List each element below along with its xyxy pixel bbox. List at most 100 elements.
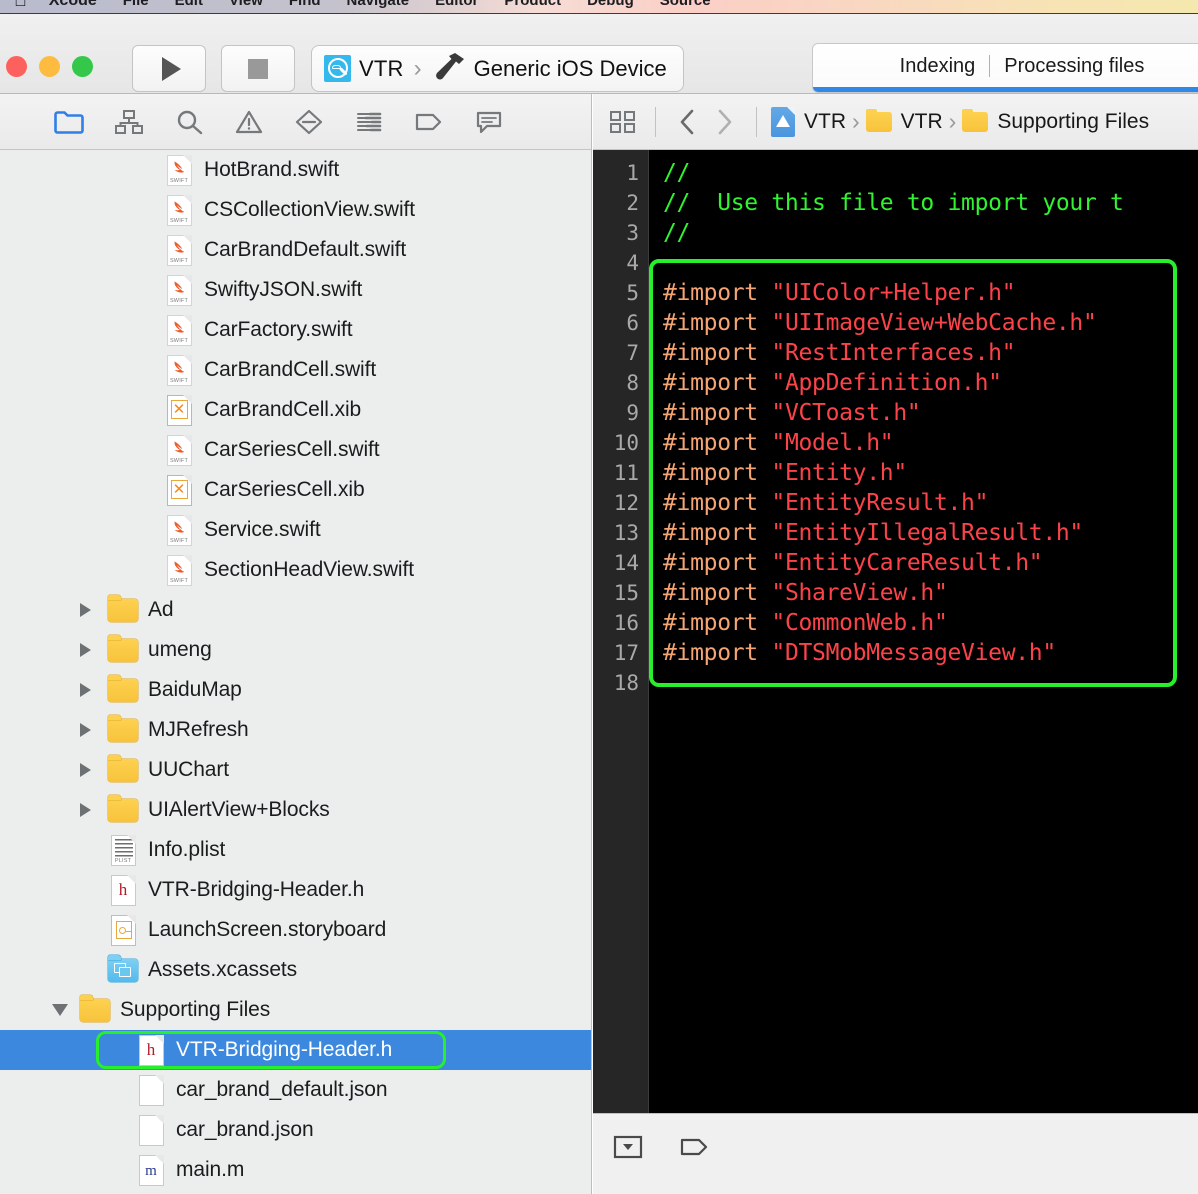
disclosure-triangle-collapsed[interactable] — [80, 683, 108, 697]
code-content[interactable]: // // Use this file to import your t // #i… — [649, 150, 1198, 1113]
project-file-tree[interactable]: SWIFT HotBrand.swift SWIFT CSCollectionView… — [0, 150, 591, 1193]
menu-item-edit[interactable]: Edit — [175, 0, 203, 9]
app-icon — [324, 55, 351, 82]
disclosure-triangle-collapsed[interactable] — [80, 643, 108, 657]
line-number: 14 — [613, 551, 639, 575]
activity-primary-label: Indexing — [899, 54, 976, 77]
menu-item-debug[interactable]: Debug — [587, 0, 634, 9]
apple-menu-icon[interactable]:  — [14, 0, 27, 9]
code-line: #import "EntityResult.h" — [663, 488, 1198, 518]
file-tree-row[interactable]: SWIFT CarFactory.swift — [0, 310, 591, 350]
menu-item-navigate[interactable]: Navigate — [347, 0, 410, 9]
sidebar-tab-issue-navigator[interactable] — [232, 105, 266, 139]
sidebar-tab-debug-navigator[interactable] — [352, 105, 386, 139]
scheme-separator: › — [413, 54, 422, 82]
xib-file-icon: ✕ — [166, 394, 192, 426]
file-tree-row[interactable]: SWIFT SectionHeadView.swift — [0, 550, 591, 590]
file-tree-row-label: Supporting Files — [120, 998, 271, 1021]
menu-item-find[interactable]: Find — [289, 0, 321, 9]
toolbar: VTR › Generic iOS Device Indexing Proces… — [0, 14, 1198, 94]
file-tree-row[interactable]: MJRefresh — [0, 710, 591, 750]
sidebar-tab-symbol-navigator[interactable] — [172, 105, 206, 139]
source-editor[interactable]: 1 2 3 4 5 6 7 8 9 10 11 12 13 14 15 16 17 18 //// Use thi… — [593, 150, 1198, 1113]
file-tree-row[interactable]: umeng — [0, 630, 591, 670]
related-items-icon[interactable] — [605, 109, 641, 135]
code-token-pre: #import — [663, 550, 772, 576]
tag-icon[interactable] — [677, 1132, 713, 1162]
menu-item-xcode[interactable]: Xcode — [49, 0, 97, 10]
sidebar-tab-test-navigator[interactable] — [292, 105, 326, 139]
file-tree-row[interactable]: h VTR-Bridging-Header.h — [0, 870, 591, 910]
disclosure-triangle-collapsed[interactable] — [80, 763, 108, 777]
file-icon-slot: ✕ — [164, 473, 194, 507]
file-tree-row[interactable]: Ad — [0, 590, 591, 630]
file-tree-row[interactable]: PLIST Info.plist — [0, 830, 591, 870]
breadcrumb-item-project[interactable]: VTR — [771, 106, 846, 137]
file-tree-row[interactable]: car_brand_default.json — [0, 1070, 591, 1110]
file-tree-row[interactable]: SWIFT Service.swift — [0, 510, 591, 550]
file-icon-slot — [108, 673, 138, 707]
forward-button[interactable] — [706, 108, 742, 136]
activity-view: Indexing Processing files — [812, 43, 1198, 93]
disclosure-triangle-collapsed[interactable] — [80, 603, 108, 617]
breadcrumb-item-group-supporting-files[interactable]: Supporting Files — [962, 108, 1150, 134]
back-button[interactable] — [670, 108, 706, 136]
file-tree-row-label: Service.swift — [204, 518, 321, 541]
code-line: #import "RestInterfaces.h" — [663, 338, 1198, 368]
file-tree-row[interactable]: m main.m — [0, 1150, 591, 1190]
file-tree-row[interactable]: SWIFT CarSeriesCell.swift — [0, 430, 591, 470]
file-tree-row-selected[interactable]: h VTR-Bridging-Header.h — [0, 1030, 591, 1070]
file-tree-row-label: main.m — [176, 1158, 245, 1181]
file-tree-row[interactable]: SWIFT CarBrandCell.swift — [0, 350, 591, 390]
run-button[interactable] — [132, 45, 206, 92]
menu-item-editor[interactable]: Editor — [435, 0, 478, 9]
line-number: 18 — [613, 671, 639, 695]
file-icon-slot: ✕ — [164, 393, 194, 427]
minimize-button[interactable] — [39, 56, 60, 77]
activity-divider — [989, 55, 991, 77]
file-icon-slot — [108, 593, 138, 627]
file-tree-row[interactable]: ✕ CarSeriesCell.xib — [0, 470, 591, 510]
file-tree-row[interactable]: Assets.xcassets — [0, 950, 591, 990]
file-tree-row-label: umeng — [148, 638, 212, 661]
file-tree-row[interactable]: UIAlertView+Blocks — [0, 790, 591, 830]
code-line: #import "EntityCareResult.h" — [663, 548, 1198, 578]
line-number-gutter: 1 2 3 4 5 6 7 8 9 10 11 12 13 14 15 16 17 18 — [593, 150, 649, 1113]
scheme-selector[interactable]: VTR › Generic iOS Device — [311, 45, 684, 92]
show-hide-debug-area-icon[interactable] — [611, 1132, 647, 1162]
code-line: #import "CommonWeb.h" — [663, 608, 1198, 638]
sidebar-tab-source-control-navigator[interactable] — [112, 105, 146, 139]
sidebar-tab-report-navigator[interactable] — [472, 105, 506, 139]
close-button[interactable] — [6, 56, 27, 77]
file-tree-row[interactable]: UUChart — [0, 750, 591, 790]
menu-item-source-control[interactable]: Source — [660, 0, 711, 9]
file-tree-row[interactable]: SWIFT SwiftyJSON.swift — [0, 270, 591, 310]
file-tree-row[interactable]: LaunchScreen.storyboard — [0, 910, 591, 950]
code-line: #import "Model.h" — [663, 428, 1198, 458]
file-tree-row[interactable]: SWIFT HotBrand.swift — [0, 150, 591, 190]
file-tree-row[interactable]: BaiduMap — [0, 670, 591, 710]
file-tree-row[interactable]: car_brand.json — [0, 1110, 591, 1150]
breadcrumb-item-group-vtr[interactable]: VTR — [865, 108, 943, 134]
disclosure-triangle-expanded[interactable] — [52, 1004, 80, 1016]
zoom-button[interactable] — [72, 56, 93, 77]
menu-item-view[interactable]: View — [229, 0, 263, 9]
code-token-pre: #import — [663, 640, 772, 666]
disclosure-triangle-collapsed[interactable] — [80, 803, 108, 817]
file-tree-row[interactable]: Supporting Files — [0, 990, 591, 1030]
sidebar-tab-project-navigator[interactable] — [52, 105, 86, 139]
file-icon-slot: PLIST — [108, 833, 138, 867]
file-tree-row-label: UIAlertView+Blocks — [148, 798, 330, 821]
line-number: 16 — [613, 611, 639, 635]
file-tree-row[interactable]: ✕ CarBrandCell.xib — [0, 390, 591, 430]
breadcrumb-label: Supporting Files — [997, 109, 1150, 133]
file-tree-row[interactable]: SWIFT CarBrandDefault.swift — [0, 230, 591, 270]
stop-button[interactable] — [221, 45, 295, 92]
menu-item-file[interactable]: File — [123, 0, 149, 9]
file-tree-row[interactable]: SWIFT CSCollectionView.swift — [0, 190, 591, 230]
menu-item-product[interactable]: Product — [504, 0, 561, 9]
disclosure-triangle-collapsed[interactable] — [80, 723, 108, 737]
sidebar-tab-breakpoint-navigator[interactable] — [412, 105, 446, 139]
code-token-pre: #import — [663, 460, 772, 486]
